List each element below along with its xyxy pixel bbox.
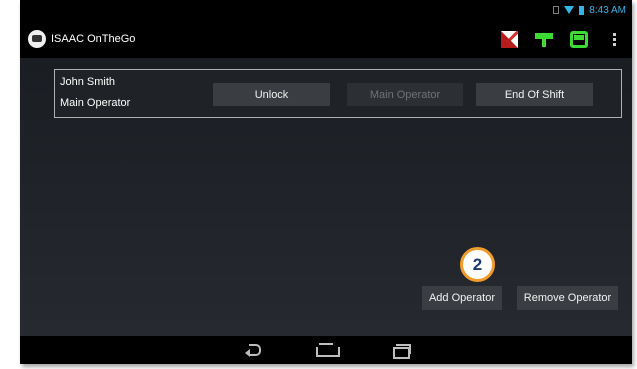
step-callout-badge: 2	[460, 247, 495, 282]
operator-role: Main Operator	[60, 97, 131, 109]
app-logo-icon[interactable]	[28, 30, 46, 48]
status-time: 8:43 AM	[589, 4, 626, 16]
back-icon[interactable]	[245, 344, 261, 357]
main-content: John Smith Main Operator Unlock Main Ope…	[20, 58, 632, 336]
notification-icon	[553, 6, 560, 14]
status-bar: 8:43 AM	[20, 0, 632, 20]
battery-icon	[579, 5, 585, 15]
action-icons	[501, 30, 632, 48]
recent-apps-icon[interactable]	[393, 344, 411, 359]
app-title: ISAAC OnTheGo	[51, 33, 136, 45]
bus-icon[interactable]	[570, 30, 588, 48]
signpost-icon[interactable]	[535, 31, 553, 47]
overflow-dot	[613, 42, 616, 46]
unlock-button[interactable]: Unlock	[213, 83, 330, 106]
home-icon[interactable]	[316, 344, 340, 357]
add-operator-button[interactable]: Add Operator	[422, 286, 502, 310]
operator-name: John Smith	[60, 76, 116, 88]
operator-panel: John Smith Main Operator Unlock Main Ope…	[54, 69, 622, 118]
overflow-menu-icon[interactable]	[613, 32, 616, 46]
end-of-shift-button[interactable]: End Of Shift	[476, 83, 593, 106]
overflow-dot	[613, 32, 616, 36]
signpost-post	[542, 39, 546, 47]
navigation-bar	[20, 336, 632, 364]
main-operator-button: Main Operator	[347, 83, 463, 106]
tablet-screen: 8:43 AM ISAAC OnTheGo John Smith Main Op…	[20, 0, 632, 364]
flag-icon[interactable]	[501, 30, 518, 48]
action-bar: ISAAC OnTheGo	[20, 20, 632, 58]
overflow-dot	[613, 37, 616, 41]
wifi-icon	[564, 6, 575, 14]
remove-operator-button[interactable]: Remove Operator	[517, 286, 618, 310]
